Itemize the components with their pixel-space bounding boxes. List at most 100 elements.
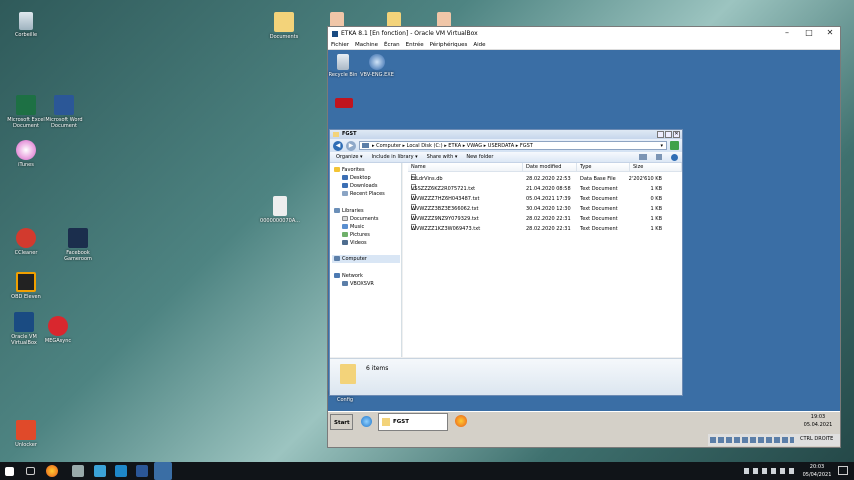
taskbar-button-fgst[interactable]: FGST — [378, 413, 448, 431]
explorer-close-button[interactable]: ✕ — [673, 131, 680, 138]
desktop-icon-unknown-file[interactable]: 0000000070A... — [256, 196, 304, 224]
virtualbox-window[interactable]: ETKA 8.1 [En fonction] - Oracle VM Virtu… — [327, 26, 841, 448]
guest-icon-vbv-eng[interactable]: VBV-ENG.EXE — [358, 54, 396, 78]
app-taskbar-icon-3[interactable] — [115, 465, 127, 477]
firefox-taskbar-icon[interactable] — [46, 465, 58, 477]
start-button[interactable]: Start — [330, 414, 353, 430]
task-view-icon[interactable] — [26, 467, 35, 475]
excel-icon — [16, 95, 36, 115]
desktop-icon — [342, 175, 348, 180]
explorer-maximize-button[interactable] — [665, 131, 672, 138]
nav-favorites[interactable]: Favorites — [334, 166, 365, 174]
guest-red-app-icon[interactable] — [335, 98, 353, 108]
firefox-icon[interactable] — [455, 415, 467, 427]
table-row[interactable]: WVWZZZ9NZ9Y079329.txt 28.02.2020 22:31 T… — [403, 214, 682, 224]
host-key-label: CTRL DROITE — [800, 436, 834, 442]
menu-peripheriques[interactable]: Périphériques — [430, 42, 468, 48]
vm-status-bar: CTRL DROITE — [708, 434, 840, 446]
vm-guest-screen[interactable]: Recycle Bin VBV-ENG.EXE ETKA Loader Conf… — [328, 50, 840, 447]
organize-button[interactable]: Organize ▾ — [336, 154, 363, 160]
explorer-titlebar[interactable]: FGST ✕ — [330, 130, 682, 139]
address-dropdown-icon[interactable]: ▾ — [660, 142, 663, 150]
back-button[interactable]: ◀ — [333, 140, 343, 151]
menu-aide[interactable]: Aide — [473, 42, 485, 48]
table-row[interactable]: WVWZZZ1KZ3W069473.txt 28.02.2020 22:31 T… — [403, 224, 682, 234]
close-button[interactable]: ✕ — [819, 27, 841, 40]
view-options-icon[interactable] — [639, 154, 647, 160]
forward-button[interactable]: ▶ — [346, 140, 356, 151]
desktop-icon-facebook-gameroom[interactable]: Facebook Gameroom — [54, 228, 102, 262]
file-name: EtLdrVins.db — [411, 176, 443, 182]
address-input[interactable]: ▸ Computer ▸ Local Disk (C:) ▸ ETKA ▸ VW… — [359, 141, 667, 150]
nav-music[interactable]: Music — [342, 223, 364, 231]
computer-icon — [334, 256, 340, 261]
menu-fichier[interactable]: Fichier — [331, 42, 349, 48]
share-with-button[interactable]: Share with ▾ — [427, 154, 458, 160]
desktop-icon-obd-eleven[interactable]: OBD Eleven — [2, 272, 50, 300]
desktop-icon-megasync[interactable]: MEGAsync — [34, 316, 82, 344]
table-row[interactable]: WVWZZZ7HZ6H043487.txt 05.04.2021 17:39 T… — [403, 194, 682, 204]
menu-entree[interactable]: Entrée — [406, 42, 424, 48]
word-taskbar-icon[interactable] — [136, 465, 148, 477]
new-folder-button[interactable]: New folder — [466, 154, 493, 160]
desktop-icon-corbeille[interactable]: Corbeille — [2, 12, 50, 38]
nav-downloads[interactable]: Downloads — [342, 182, 377, 190]
unknown-app-taskbar-icon[interactable] — [72, 465, 84, 477]
desktop-icon-documents[interactable]: Documents — [260, 12, 308, 40]
ie-icon[interactable] — [361, 416, 372, 427]
nav-network[interactable]: Network — [334, 272, 363, 280]
maximize-button[interactable]: □ — [798, 27, 820, 40]
recycle-bin-icon — [337, 54, 349, 70]
menu-machine[interactable]: Machine — [355, 42, 378, 48]
recent-places-icon — [342, 191, 348, 196]
notification-icon[interactable] — [838, 466, 848, 475]
navigation-pane: Favorites Desktop Downloads Recent Place… — [330, 163, 402, 357]
explorer-window[interactable]: FGST ✕ ◀ ▶ ▸ Computer ▸ Local Disk (C:) … — [329, 129, 683, 396]
guest-icon-recycle-bin[interactable]: Recycle Bin — [328, 54, 358, 78]
explorer-minimize-button[interactable] — [657, 131, 664, 138]
nav-recent-places[interactable]: Recent Places — [342, 190, 385, 198]
nav-desktop[interactable]: Desktop — [342, 174, 371, 182]
music-icon — [342, 224, 348, 229]
help-icon[interactable] — [671, 153, 678, 161]
include-in-library-button[interactable]: Include in library ▾ — [372, 154, 418, 160]
menu-ecran[interactable]: Écran — [384, 42, 400, 48]
table-row[interactable]: VSSZZZ6KZ2R075721.txt 21.04.2020 08:58 T… — [403, 184, 682, 194]
preview-pane-icon[interactable] — [656, 154, 662, 160]
nav-libraries[interactable]: Libraries — [334, 207, 364, 215]
folder-icon — [333, 132, 339, 137]
table-row[interactable]: WVWZZZ3BZ3E366062.txt 30.04.2020 12:30 T… — [403, 204, 682, 214]
host-taskbar: 20:03 05/04/2021 — [0, 462, 854, 480]
system-tray-icons[interactable] — [744, 468, 798, 474]
vm-titlebar[interactable]: ETKA 8.1 [En fonction] - Oracle VM Virtu… — [328, 27, 840, 40]
nav-vboxsvr[interactable]: VBOXSVR — [342, 280, 374, 288]
column-header-size[interactable]: Size — [630, 163, 682, 172]
libraries-icon — [334, 208, 340, 213]
itunes-icon — [16, 140, 36, 160]
vm-device-icons[interactable] — [710, 437, 794, 443]
column-header-date[interactable]: Date modified — [523, 163, 577, 172]
nav-documents[interactable]: Documents — [342, 215, 379, 223]
host-clock[interactable]: 20:03 05/04/2021 — [800, 463, 834, 479]
file-date: 21.04.2020 08:58 — [526, 186, 571, 192]
desktop-icon-itunes[interactable]: iTunes — [2, 140, 50, 168]
desktop-icon-unlocker[interactable]: Unlocker — [2, 420, 50, 448]
nav-videos[interactable]: Videos — [342, 239, 367, 247]
desktop-icon-ccleaner[interactable]: CCleaner — [2, 228, 50, 256]
mega-icon — [48, 316, 68, 336]
column-header-name[interactable]: Name — [408, 163, 523, 172]
clock[interactable]: 19:03 05.04.2021 — [798, 413, 838, 431]
file-date: 28.02.2020 22:31 — [526, 216, 571, 222]
column-header-type[interactable]: Type — [577, 163, 630, 172]
windows-start-icon[interactable] — [5, 467, 14, 476]
desktop-icon-word[interactable]: Microsoft Word Document — [40, 95, 88, 129]
table-row[interactable]: EtLdrVins.db 28.02.2020 22:53 Data Base … — [403, 174, 682, 184]
app-taskbar-icon-2[interactable] — [94, 465, 106, 477]
virtualbox-taskbar-icon[interactable] — [154, 462, 172, 480]
folder-icon — [382, 418, 390, 426]
minimize-button[interactable]: – — [776, 27, 798, 40]
nav-pictures[interactable]: Pictures — [342, 231, 370, 239]
refresh-icon[interactable] — [670, 141, 679, 150]
nav-computer[interactable]: Computer — [332, 255, 400, 263]
ccleaner-icon — [16, 228, 36, 248]
